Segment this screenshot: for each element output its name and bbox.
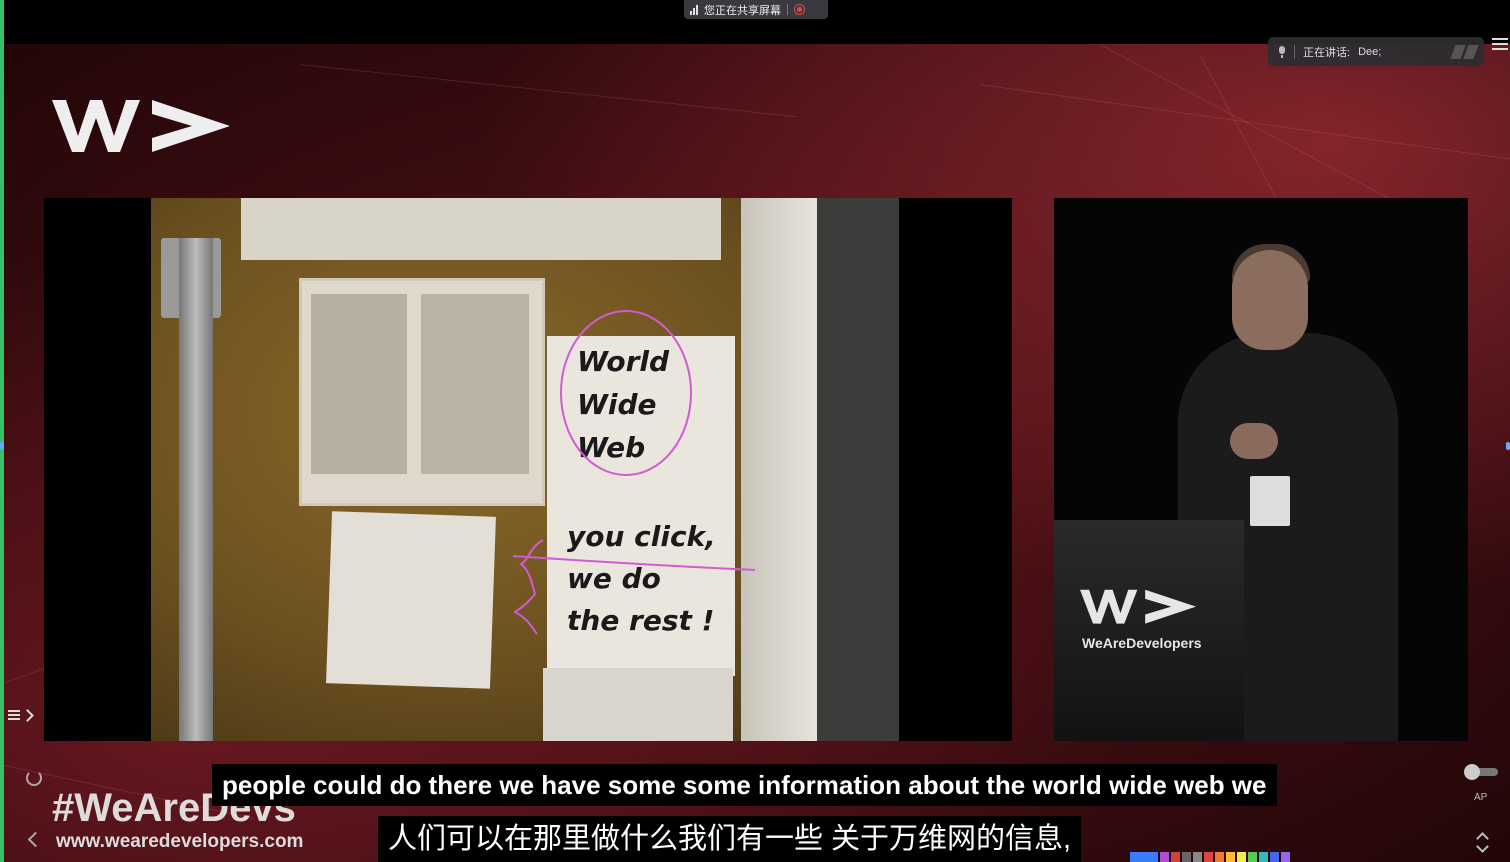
podium bbox=[1054, 520, 1244, 741]
speaker-name: Dee; bbox=[1358, 45, 1382, 58]
list-icon bbox=[8, 708, 20, 722]
up-down-icon[interactable] bbox=[1476, 832, 1489, 853]
podium-brand: WeAreDevelopers bbox=[1082, 635, 1202, 651]
mic-icon bbox=[1278, 45, 1286, 58]
chevron-right-icon bbox=[21, 708, 34, 722]
share-status-label: 您正在共享屏幕 bbox=[704, 4, 781, 17]
speaker-video: WeAreDevelopers bbox=[1054, 198, 1468, 741]
divider bbox=[1294, 44, 1295, 59]
signal-icon bbox=[690, 4, 698, 15]
screen-share-bar[interactable]: 您正在共享屏幕 bbox=[684, 0, 828, 19]
audio-level-icon bbox=[1450, 44, 1479, 59]
subtitle-chinese: 人们可以在那里做什么我们有一些 关于万维网的信息, bbox=[378, 816, 1082, 862]
toggle-icon[interactable] bbox=[1464, 764, 1498, 780]
slide-video: World Wide Web you click, we do the rest… bbox=[44, 198, 1012, 741]
slide-photo: World Wide Web you click, we do the rest… bbox=[151, 198, 899, 741]
annotation-drawing bbox=[512, 310, 756, 635]
ap-label: AP bbox=[1474, 792, 1488, 803]
stop-share-icon[interactable] bbox=[794, 4, 805, 15]
wad-logo-icon bbox=[52, 100, 230, 152]
side-handle[interactable] bbox=[1506, 442, 1510, 450]
website-url: www.wearedevelopers.com bbox=[56, 831, 304, 852]
color-palette[interactable] bbox=[1130, 852, 1290, 862]
speaking-label: 正在讲话: bbox=[1303, 46, 1351, 59]
side-handle[interactable] bbox=[0, 442, 4, 450]
window-edge-indicator bbox=[0, 0, 4, 862]
refresh-icon[interactable] bbox=[26, 770, 42, 786]
divider bbox=[787, 4, 788, 15]
speaking-indicator: 正在讲话: Dee; bbox=[1268, 37, 1484, 66]
subtitle-english: people could do there we have some some … bbox=[212, 764, 1277, 806]
playlist-toggle[interactable] bbox=[8, 706, 40, 724]
menu-icon[interactable] bbox=[1492, 38, 1508, 52]
wad-logo-icon bbox=[1080, 589, 1196, 624]
